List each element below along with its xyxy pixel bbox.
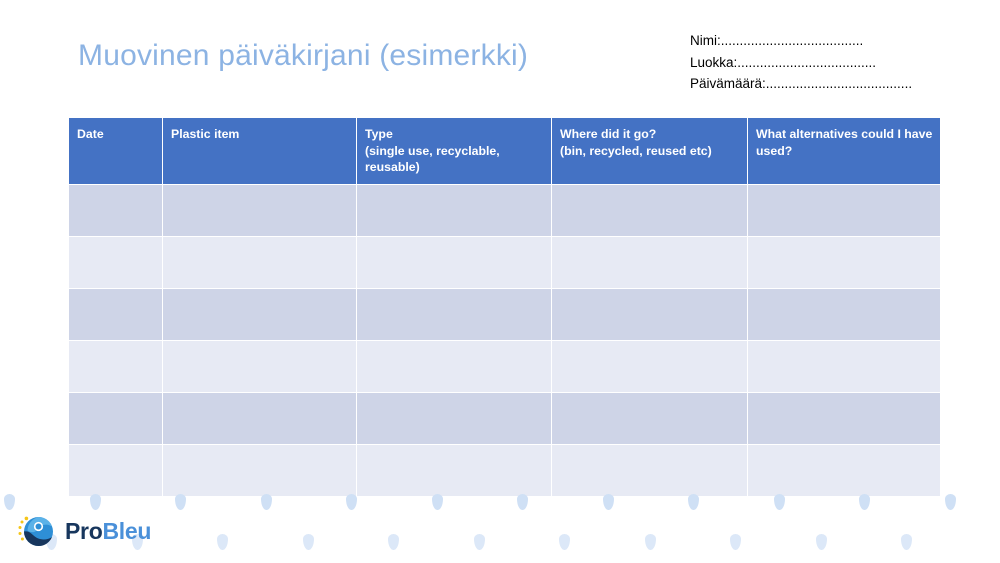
logo-wordmark: ProBleu — [65, 517, 152, 544]
table-cell[interactable] — [747, 235, 941, 289]
column-header-title: Where did it go? — [560, 127, 657, 141]
table-row — [68, 339, 941, 393]
logo-word-bleu: Bleu — [102, 517, 152, 544]
droplet-icon — [644, 534, 656, 550]
table-cell[interactable] — [162, 235, 357, 289]
field-paivamaara: Päivämäärä:.............................… — [690, 76, 913, 91]
table-cell[interactable] — [68, 339, 163, 393]
column-header-where-did-it-go: Where did it go? (bin, recycled, reused e… — [551, 117, 748, 185]
table-cell[interactable] — [747, 183, 941, 237]
table-cell[interactable] — [551, 235, 748, 289]
slide-canvas: Muovinen päiväkirjani (esimerkki) Nimi:.… — [0, 0, 1000, 563]
table-cell[interactable] — [162, 339, 357, 393]
table-cell[interactable] — [68, 183, 163, 237]
droplet-icon — [730, 534, 741, 550]
logo-word-pro: Pro — [65, 517, 103, 544]
table-row — [68, 183, 941, 237]
column-header-title: Plastic item — [171, 127, 240, 141]
field-nimi: Nimi:...................................… — [690, 33, 864, 48]
table-cell[interactable] — [68, 287, 163, 341]
column-header-subtitle: (single use, recyclable, reusable) — [365, 143, 500, 175]
table-cell[interactable] — [356, 235, 552, 289]
table-row — [68, 443, 941, 497]
table-cell[interactable] — [551, 443, 748, 497]
probleu-swirl-icon — [16, 510, 58, 552]
table-cell[interactable] — [68, 443, 163, 497]
table-row — [68, 391, 941, 445]
droplet-icon — [559, 534, 570, 550]
table-cell[interactable] — [551, 183, 748, 237]
column-header-type: Type (single use, recyclable, reusable) — [356, 117, 552, 185]
table-row — [68, 287, 941, 341]
table-cell[interactable] — [356, 287, 552, 341]
droplet-icon — [815, 534, 827, 550]
plastic-diary-table: Date Plastic item Type (single use, recyc… — [68, 117, 941, 497]
droplet-icon — [302, 534, 314, 550]
table-cell[interactable] — [162, 443, 357, 497]
table-cell[interactable] — [356, 339, 552, 393]
table-cell[interactable] — [551, 339, 748, 393]
table-cell[interactable] — [68, 235, 163, 289]
meta-fields-group: Nimi:...................................… — [690, 30, 950, 95]
field-luokka: Luokka:.................................… — [690, 54, 877, 70]
droplet-icon — [473, 534, 485, 550]
table-cell[interactable] — [747, 443, 941, 497]
column-header-title: Type — [365, 127, 393, 141]
column-header-date: Date — [68, 117, 163, 185]
table-cell[interactable] — [747, 339, 941, 393]
table-cell[interactable] — [551, 287, 748, 341]
table-cell[interactable] — [356, 391, 552, 445]
table-cell[interactable] — [356, 443, 552, 497]
droplet-icon — [944, 494, 956, 510]
column-header-title: Date — [77, 127, 104, 141]
table-cell[interactable] — [162, 183, 357, 237]
table-body — [68, 183, 941, 497]
probleu-logo: ProBleu — [16, 509, 156, 553]
table-cell[interactable] — [356, 183, 552, 237]
table-cell[interactable] — [162, 287, 357, 341]
droplet-icon — [388, 534, 399, 550]
column-header-alternatives: What alternatives could I have used? — [747, 117, 941, 185]
table-header: Date Plastic item Type (single use, recyc… — [68, 117, 941, 185]
table-row — [68, 235, 941, 289]
table-cell[interactable] — [551, 391, 748, 445]
table-cell[interactable] — [162, 391, 357, 445]
droplet-icon — [217, 534, 228, 550]
table-cell[interactable] — [747, 391, 941, 445]
droplet-icon — [901, 534, 912, 550]
table-header-row: Date Plastic item Type (single use, recyc… — [68, 117, 941, 185]
page-title: Muovinen päiväkirjani (esimerkki) — [78, 39, 529, 72]
column-header-subtitle: (bin, recycled, reused etc) — [560, 143, 712, 158]
column-header-plastic-item: Plastic item — [162, 117, 357, 185]
table-cell[interactable] — [747, 287, 941, 341]
table-cell[interactable] — [68, 391, 163, 445]
column-header-title: What alternatives could I have used? — [756, 127, 933, 158]
droplet-icon — [4, 494, 15, 510]
